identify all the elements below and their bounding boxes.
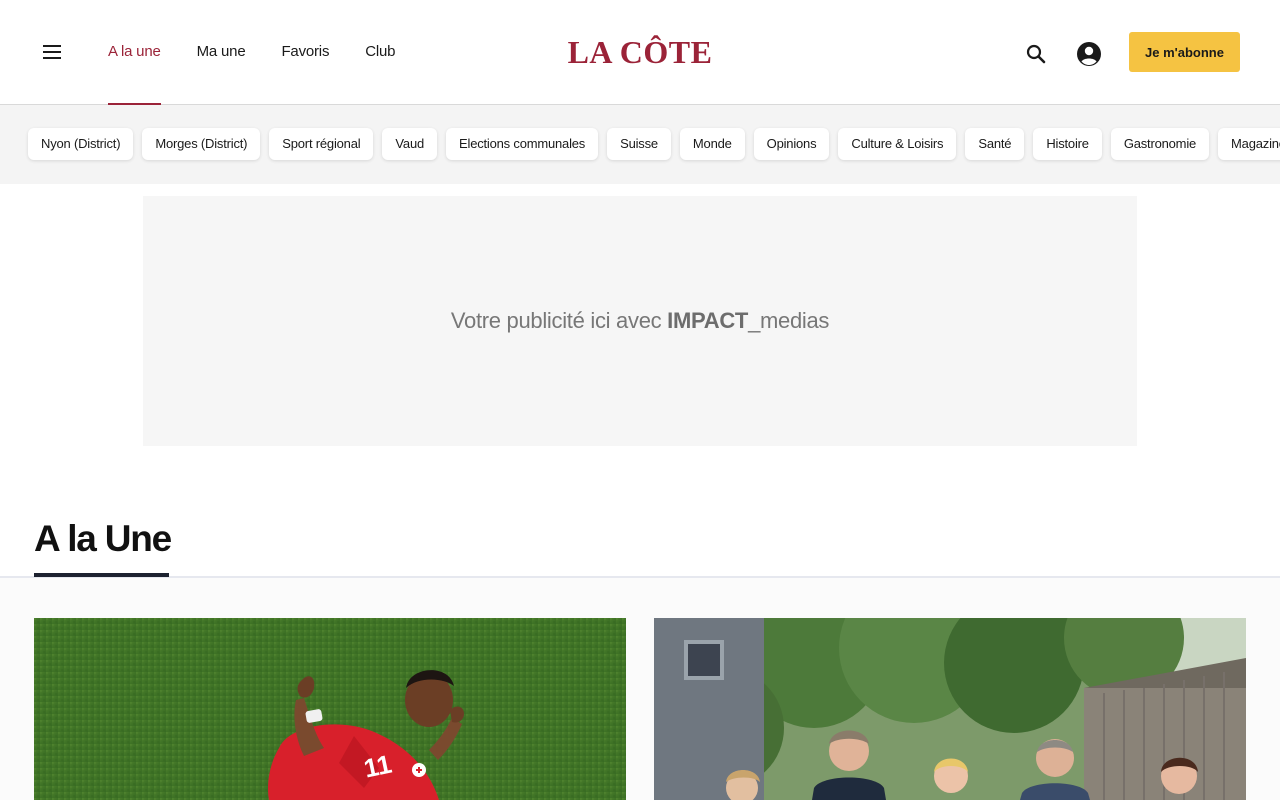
category-chip-sport-regional[interactable]: Sport régional: [269, 128, 374, 160]
category-chip-elections[interactable]: Elections communales: [446, 128, 599, 160]
article-image-group-photo[interactable]: [654, 618, 1246, 800]
nav-item-ma-une[interactable]: Ma une: [197, 0, 246, 104]
category-strip: Nyon (District) Morges (District) Sport …: [0, 105, 1280, 184]
category-chip-histoire[interactable]: Histoire: [1033, 128, 1102, 160]
category-chip-monde[interactable]: Monde: [679, 128, 745, 160]
section-title: A la Une: [34, 518, 172, 559]
hamburger-menu-icon[interactable]: [40, 40, 64, 64]
site-header: A la une Ma une Favoris Club LA CÔTE Je …: [0, 0, 1280, 105]
ad-banner[interactable]: Votre publicité ici avec IMPACT_medias: [143, 196, 1137, 446]
category-chip-vaud[interactable]: Vaud: [382, 128, 438, 160]
section-title-underline: [34, 573, 169, 577]
nav-item-favoris[interactable]: Favoris: [281, 0, 329, 104]
category-chip-culture[interactable]: Culture & Loisirs: [838, 128, 957, 160]
category-chip-morges[interactable]: Morges (District): [142, 128, 261, 160]
category-chip-sante[interactable]: Santé: [965, 128, 1025, 160]
category-chip-magazine[interactable]: Magazine: [1218, 128, 1280, 160]
category-chip-opinions[interactable]: Opinions: [753, 128, 830, 160]
site-logo[interactable]: LA CÔTE: [540, 34, 740, 71]
account-circle-icon[interactable]: [1076, 41, 1102, 67]
article-image-football[interactable]: 11: [34, 618, 626, 800]
ad-brand-suffix: _medias: [748, 308, 830, 333]
section-divider: [0, 576, 1280, 578]
ad-brand: IMPACT: [667, 308, 749, 333]
search-icon[interactable]: [1024, 42, 1048, 66]
subscribe-button[interactable]: Je m'abonne: [1129, 32, 1240, 72]
main-nav: A la une Ma une Favoris Club: [108, 0, 431, 105]
ad-text-prefix: Votre publicité ici avec: [450, 308, 668, 333]
category-list: Nyon (District) Morges (District) Sport …: [28, 128, 1280, 160]
ad-text: Votre publicité ici avec IMPACT_medias: [450, 308, 830, 334]
category-chip-nyon[interactable]: Nyon (District): [28, 128, 134, 160]
nav-item-a-la-une[interactable]: A la une: [108, 0, 161, 105]
category-chip-suisse[interactable]: Suisse: [607, 128, 671, 160]
category-chip-gastronomie[interactable]: Gastronomie: [1110, 128, 1210, 160]
nav-item-club[interactable]: Club: [365, 0, 395, 104]
